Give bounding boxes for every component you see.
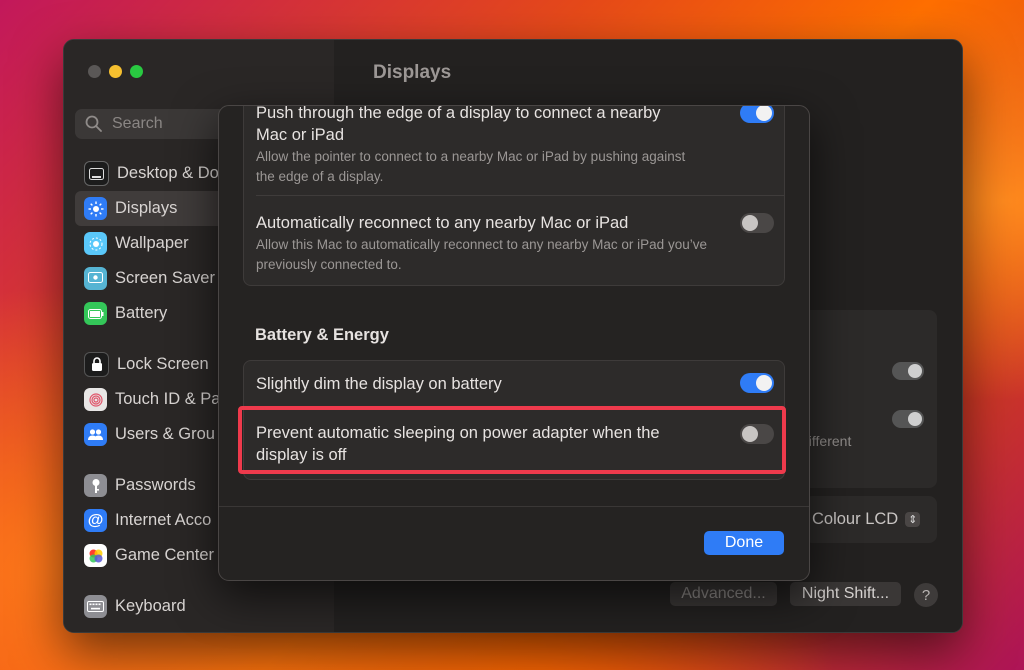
minimize-button[interactable] [109,65,122,78]
link-settings-card: Push through the edge of a display to co… [243,105,785,286]
auto-reconnect-toggle[interactable] [740,213,774,233]
push-through-row: Push through the edge of a display to co… [256,105,696,187]
desktop-dock-icon [84,161,109,186]
sidebar-item-label: Displays [115,199,178,217]
row-subtitle: Allow this Mac to automatically reconnec… [256,237,707,272]
sidebar-item-label: Keyboard [115,597,186,615]
row-title: Slightly dim the display on battery [256,375,502,393]
sidebar-item-label: Passwords [115,476,196,494]
game-center-icon [84,544,107,567]
page-title: Displays [373,62,452,83]
displays-icon [84,197,107,220]
toggle-knob [742,215,758,231]
sidebar-item-label: Users & Grou [115,425,215,443]
display-selector-label: Colour LCD [812,510,899,528]
row-title: Automatically reconnect to any nearby Ma… [256,214,629,232]
background-toggle-2[interactable] [892,410,924,428]
toggle-knob [756,375,772,391]
screen-saver-icon [84,267,107,290]
section-title: Battery & Energy [255,326,389,344]
auto-reconnect-row: Automatically reconnect to any nearby Ma… [256,212,716,275]
sidebar-item-label: Battery [115,304,168,322]
toggle-knob [756,106,772,121]
footer-separator [219,506,809,507]
sidebar-item-label: Internet Acco [115,511,212,529]
at-icon: @ [84,509,107,532]
advanced-settings-sheet: Push through the edge of a display to co… [218,105,810,581]
sidebar-item-label: Wallpaper [115,234,189,252]
key-icon [84,474,107,497]
zoom-button[interactable] [130,65,143,78]
chevron-updown-icon: ⇕ [905,512,921,527]
close-button[interactable] [88,65,101,78]
wallpaper-icon [84,232,107,255]
sidebar-item-label: Game Center [115,546,215,564]
display-selector[interactable]: Colour LCD ⇕ [804,496,937,543]
window-controls [88,65,143,78]
highlight-annotation [238,406,786,474]
sidebar-item-label: Desktop & Do [117,164,219,182]
background-toggle-1[interactable] [892,362,924,380]
keyboard-icon [84,595,107,618]
fingerprint-icon [84,388,107,411]
battery-icon [84,302,107,325]
row-subtitle: Allow the pointer to connect to a nearby… [256,149,686,184]
advanced-button[interactable]: Advanced... [670,582,777,606]
search-icon [85,115,102,132]
done-button[interactable]: Done [704,531,784,555]
sidebar-item-label: Touch ID & Pa [115,390,221,408]
night-shift-button[interactable]: Night Shift... [790,582,901,606]
row-title: Push through the edge of a display to co… [256,105,661,144]
row-separator [256,195,784,196]
users-icon [84,423,107,446]
sidebar-item-keyboard[interactable]: Keyboard [75,589,325,624]
dim-on-battery-toggle[interactable] [740,373,774,393]
lock-icon [84,352,109,377]
dim-on-battery-row: Slightly dim the display on battery [256,373,772,395]
push-through-toggle[interactable] [740,106,774,123]
sidebar-item-label: Lock Screen [117,355,209,373]
sidebar-item-label: Screen Saver [115,269,215,287]
help-button[interactable]: ? [914,583,938,607]
